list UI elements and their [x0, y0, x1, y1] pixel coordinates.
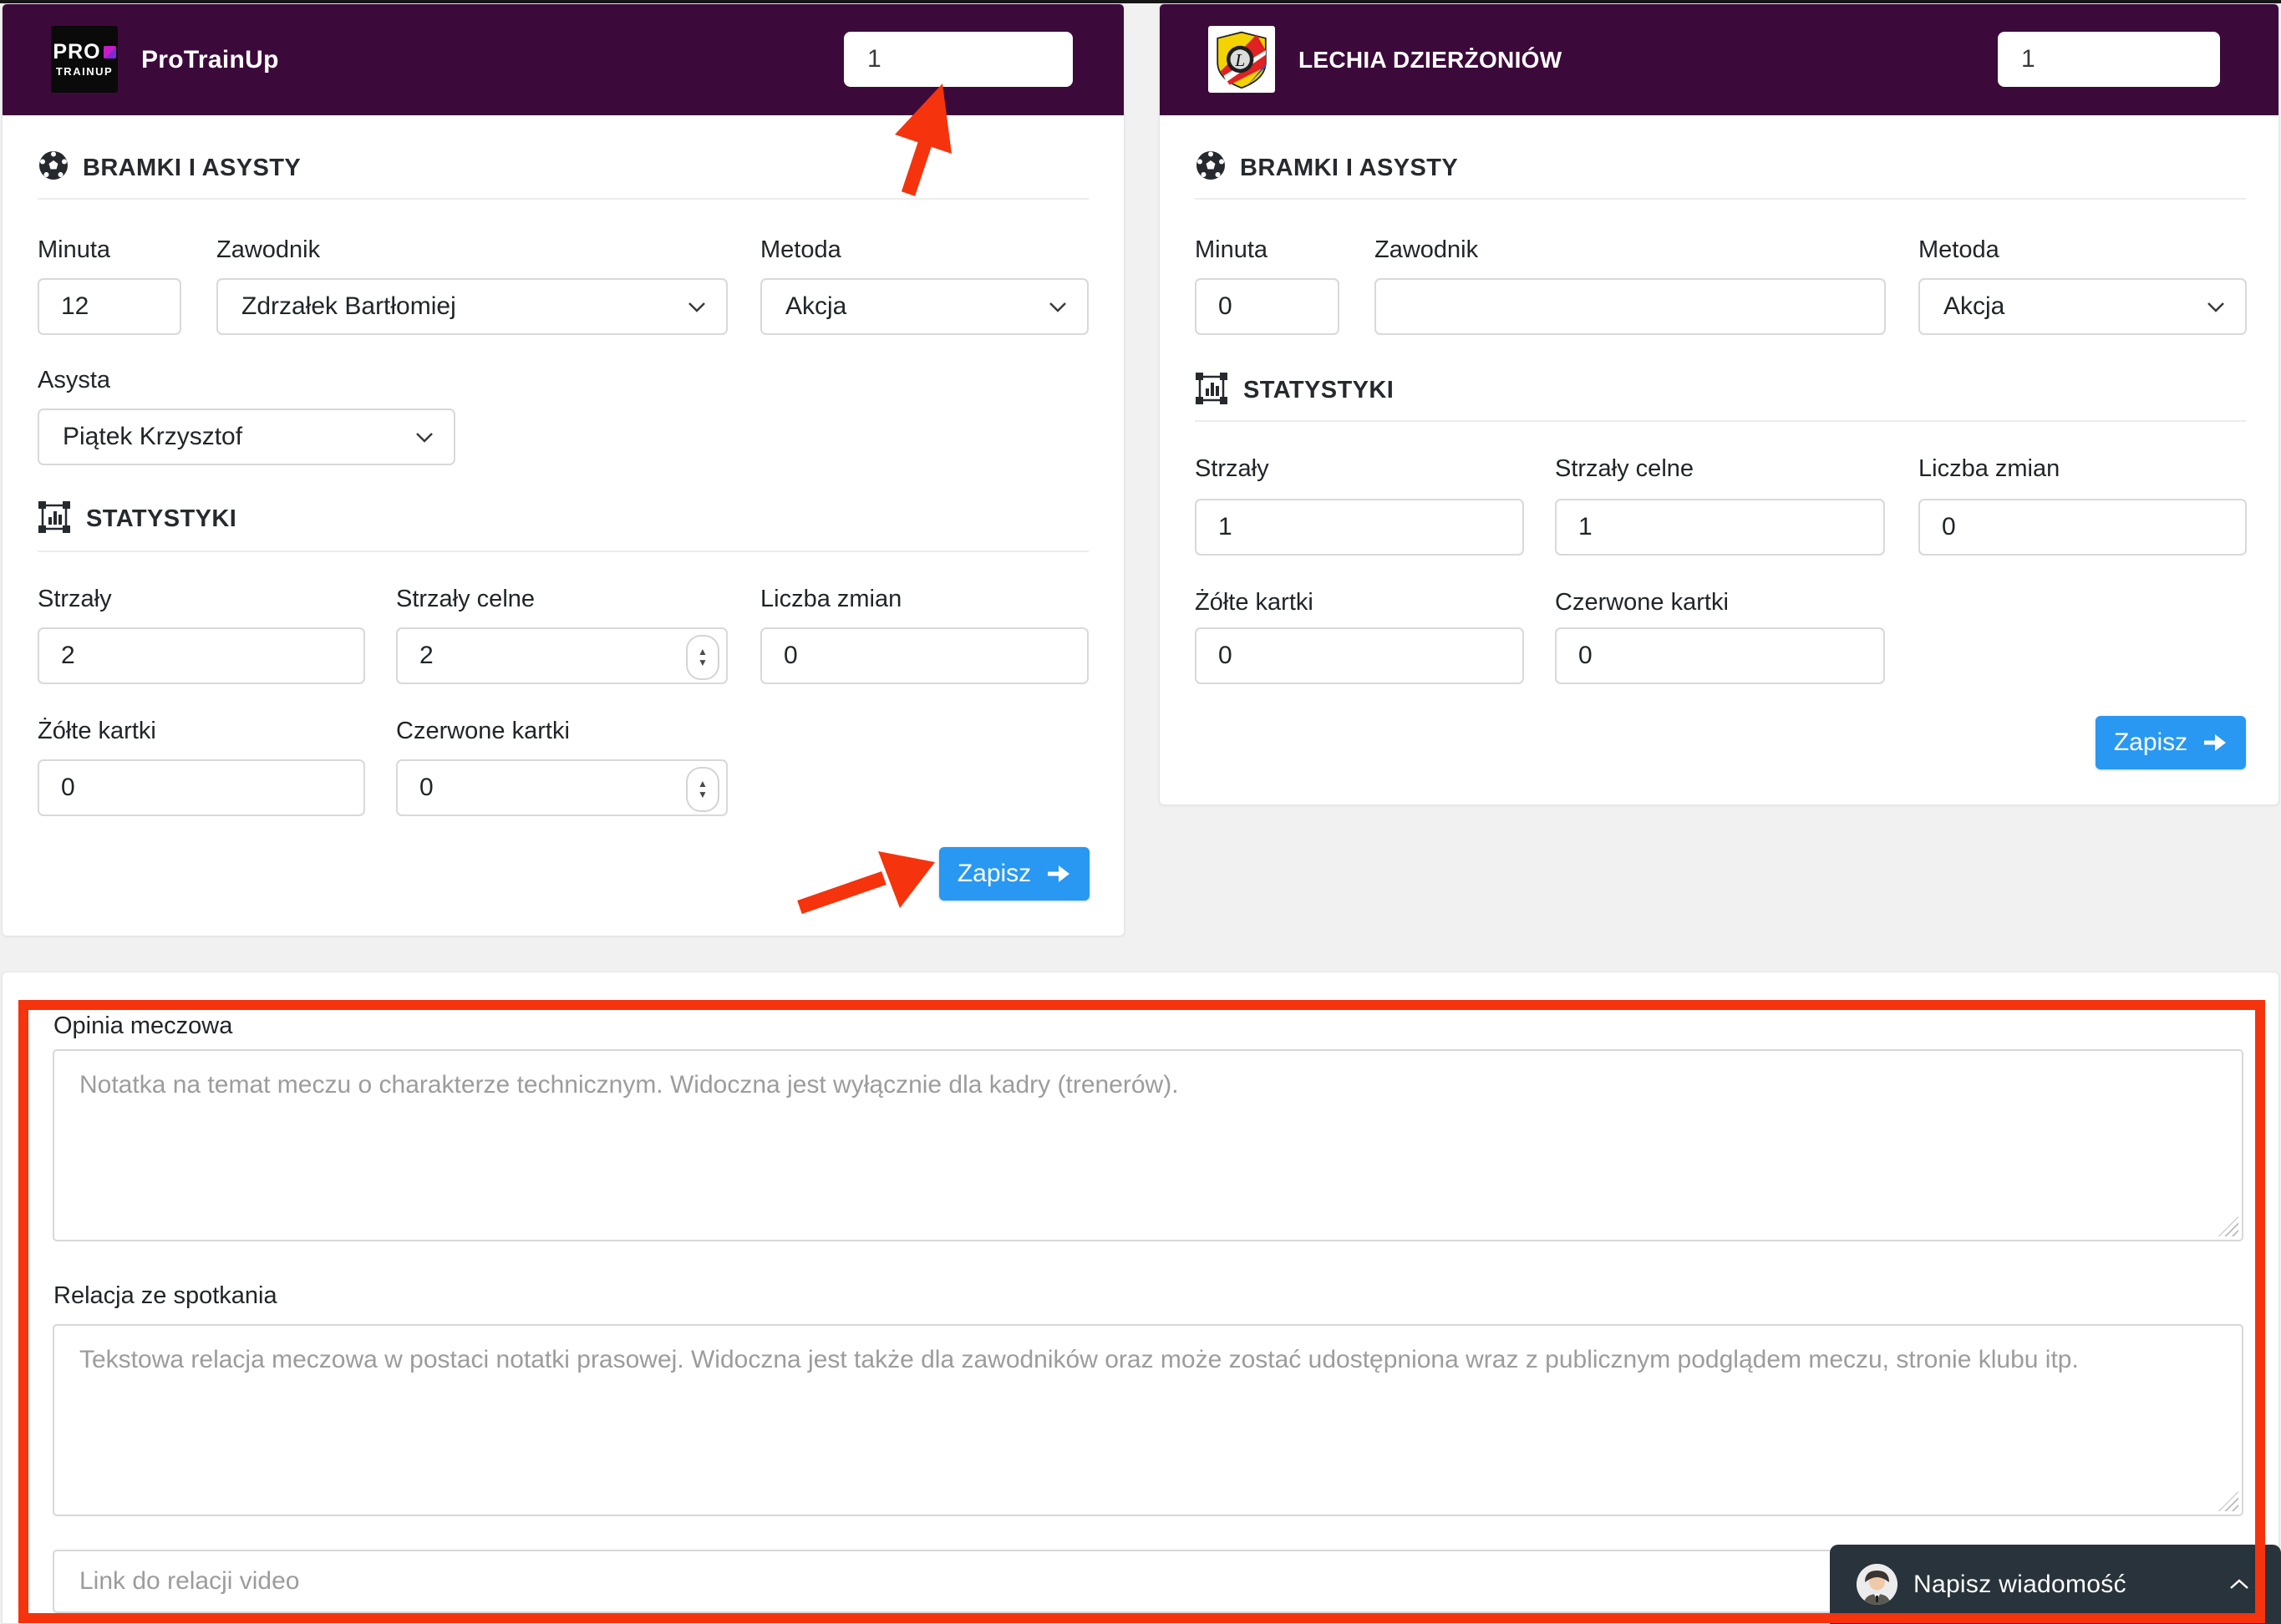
number-spinner[interactable]: ▲▼ — [686, 767, 719, 812]
left-liczba-zmian-input[interactable] — [760, 627, 1089, 684]
soccer-ball-icon — [1195, 150, 1227, 181]
left-save-button[interactable]: Zapisz — [939, 847, 1090, 901]
protrainup-logo: PRO TRAINUP — [51, 26, 118, 93]
window-top-edge — [0, 0, 2281, 3]
right-stats-section-title: STATYSTYKI — [1243, 377, 1394, 404]
right-zawodnik-label: Zawodnik — [1374, 236, 1478, 264]
bar-chart-icon — [38, 500, 71, 534]
chevron-down-icon — [1049, 302, 1067, 312]
left-asysta-value: Piątek Krzysztof — [63, 423, 242, 451]
right-zawodnik-input[interactable] — [1374, 278, 1886, 335]
save-button-label: Zapisz — [2114, 728, 2187, 757]
chat-label: Napisz wiadomość — [1913, 1571, 2126, 1599]
left-zawodnik-value: Zdrzałek Bartłomiej — [241, 292, 456, 321]
opinia-textarea[interactable] — [53, 1049, 2243, 1241]
page: PRO TRAINUP ProTrainUp BRAMKI I ASYSTY M… — [0, 0, 2281, 1624]
left-strzaly-celne-label: Strzały celne — [396, 586, 535, 613]
divider — [38, 551, 1089, 552]
soccer-ball-icon — [38, 150, 69, 181]
right-save-button[interactable]: Zapisz — [2096, 716, 2246, 769]
left-metoda-select[interactable]: Akcja — [760, 278, 1089, 335]
left-asysta-label: Asysta — [38, 367, 110, 394]
opinia-label: Opinia meczowa — [53, 1012, 232, 1040]
right-goals-section-title: BRAMKI I ASYSTY — [1240, 155, 1458, 182]
right-czerwone-label: Czerwone kartki — [1555, 589, 1729, 617]
right-metoda-value: Akcja — [1943, 292, 2004, 321]
left-minuta-label: Minuta — [38, 236, 110, 264]
left-team-header: PRO TRAINUP ProTrainUp — [3, 4, 1124, 115]
right-zolte-input[interactable] — [1195, 627, 1524, 684]
logo-text-pro: PRO — [53, 42, 100, 63]
relacja-label: Relacja ze spotkania — [53, 1282, 277, 1310]
chat-avatar — [1857, 1564, 1897, 1605]
left-liczba-zmian-label: Liczba zmian — [760, 586, 902, 613]
number-spinner[interactable]: ▲▼ — [686, 635, 719, 680]
right-czerwone-input[interactable] — [1555, 627, 1885, 684]
right-team-panel: L LECHIA DZIERŻONIÓW BRAMKI I ASYSTY Min… — [1159, 3, 2279, 805]
divider — [1195, 420, 2246, 422]
left-score-input[interactable] — [844, 32, 1073, 87]
right-strzaly-input[interactable] — [1195, 499, 1524, 556]
right-liczba-zmian-input[interactable] — [1918, 499, 2247, 556]
right-strzaly-celne-input[interactable] — [1555, 499, 1885, 556]
left-zawodnik-label: Zawodnik — [216, 236, 320, 264]
left-zawodnik-select[interactable]: Zdrzałek Bartłomiej — [216, 278, 728, 335]
right-metoda-label: Metoda — [1918, 236, 1999, 264]
chevron-down-icon — [688, 302, 706, 312]
chevron-down-icon — [2207, 302, 2225, 312]
left-asysta-select[interactable]: Piątek Krzysztof — [38, 409, 455, 465]
logo-text-trainup: TRAINUP — [56, 65, 113, 78]
right-score-input[interactable] — [1998, 32, 2220, 87]
left-czerwone-label: Czerwone kartki — [396, 718, 570, 745]
left-metoda-value: Akcja — [785, 292, 846, 321]
left-strzaly-celne-input[interactable] — [396, 627, 728, 684]
left-metoda-label: Metoda — [760, 236, 841, 264]
left-goals-section-title: BRAMKI I ASYSTY — [83, 155, 301, 182]
left-team-name: ProTrainUp — [141, 4, 279, 115]
svg-text:L: L — [1234, 50, 1245, 70]
divider — [1195, 198, 2246, 200]
right-strzaly-label: Strzały — [1195, 455, 1269, 483]
right-zolte-label: Żółte kartki — [1195, 589, 1313, 617]
right-team-header: L LECHIA DZIERŻONIÓW — [1160, 4, 2278, 115]
arrow-right-icon — [1046, 864, 1071, 884]
arrow-right-icon — [2202, 733, 2228, 753]
left-zolte-label: Żółte kartki — [38, 718, 156, 745]
relacja-textarea[interactable] — [53, 1324, 2243, 1516]
right-liczba-zmian-label: Liczba zmian — [1918, 455, 2060, 483]
left-strzaly-label: Strzały — [38, 586, 112, 613]
save-button-label: Zapisz — [958, 860, 1031, 888]
chevron-up-icon — [2229, 1578, 2249, 1590]
chat-widget[interactable]: Napisz wiadomość — [1830, 1545, 2281, 1624]
right-minuta-label: Minuta — [1195, 236, 1268, 264]
right-minuta-input[interactable] — [1195, 278, 1339, 335]
divider — [38, 198, 1089, 200]
logo-color-square — [104, 46, 116, 58]
right-team-name: LECHIA DZIERŻONIÓW — [1298, 4, 1562, 115]
right-metoda-select[interactable]: Akcja — [1918, 278, 2247, 335]
bar-chart-icon — [1195, 372, 1228, 405]
chevron-down-icon — [415, 432, 434, 443]
lechia-crest-logo: L — [1208, 26, 1275, 93]
left-zolte-input[interactable] — [38, 759, 365, 816]
left-team-panel: PRO TRAINUP ProTrainUp BRAMKI I ASYSTY M… — [2, 3, 1125, 936]
right-strzaly-celne-label: Strzały celne — [1555, 455, 1694, 483]
left-strzaly-input[interactable] — [38, 627, 365, 684]
left-minuta-input[interactable] — [38, 278, 181, 335]
left-czerwone-input[interactable] — [396, 759, 728, 816]
left-stats-section-title: STATYSTYKI — [86, 505, 236, 533]
